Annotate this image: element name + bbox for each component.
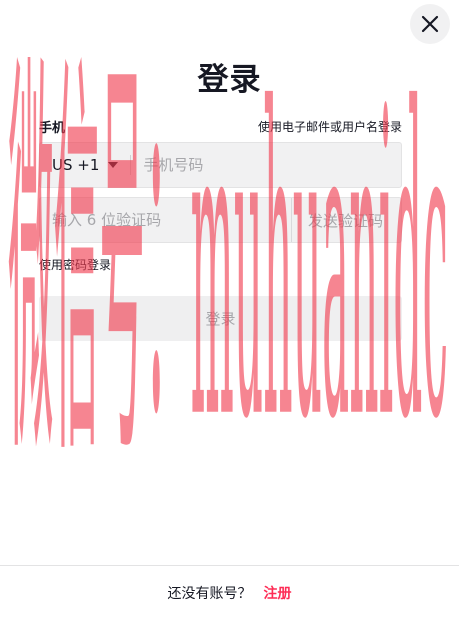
country-code-select[interactable]: US +1 <box>40 143 130 187</box>
phone-number-input[interactable] <box>131 143 401 187</box>
close-button[interactable] <box>410 4 450 44</box>
page-title: 登录 <box>197 62 262 98</box>
verification-code-input[interactable] <box>40 198 291 242</box>
login-button[interactable]: 登录 <box>39 296 402 341</box>
phone-label-row: 手机 使用电子邮件或用户名登录 <box>39 116 402 136</box>
email-username-login-link[interactable]: 使用电子邮件或用户名登录 <box>258 118 402 135</box>
signup-link[interactable]: 注册 <box>264 583 292 603</box>
phone-input-group: US +1 <box>39 142 402 188</box>
code-input-group: 发送验证码 <box>39 197 402 243</box>
country-code-value: US +1 <box>52 156 100 174</box>
signup-prompt: 还没有账号？ <box>167 585 252 602</box>
close-icon <box>421 15 439 33</box>
signup-footer: 还没有账号？ 注册 <box>0 565 459 619</box>
send-code-button[interactable]: 发送验证码 <box>290 198 401 242</box>
phone-label: 手机 <box>39 120 66 136</box>
caret-down-icon <box>108 162 119 168</box>
password-login-link[interactable]: 使用密码登录 <box>39 256 111 273</box>
